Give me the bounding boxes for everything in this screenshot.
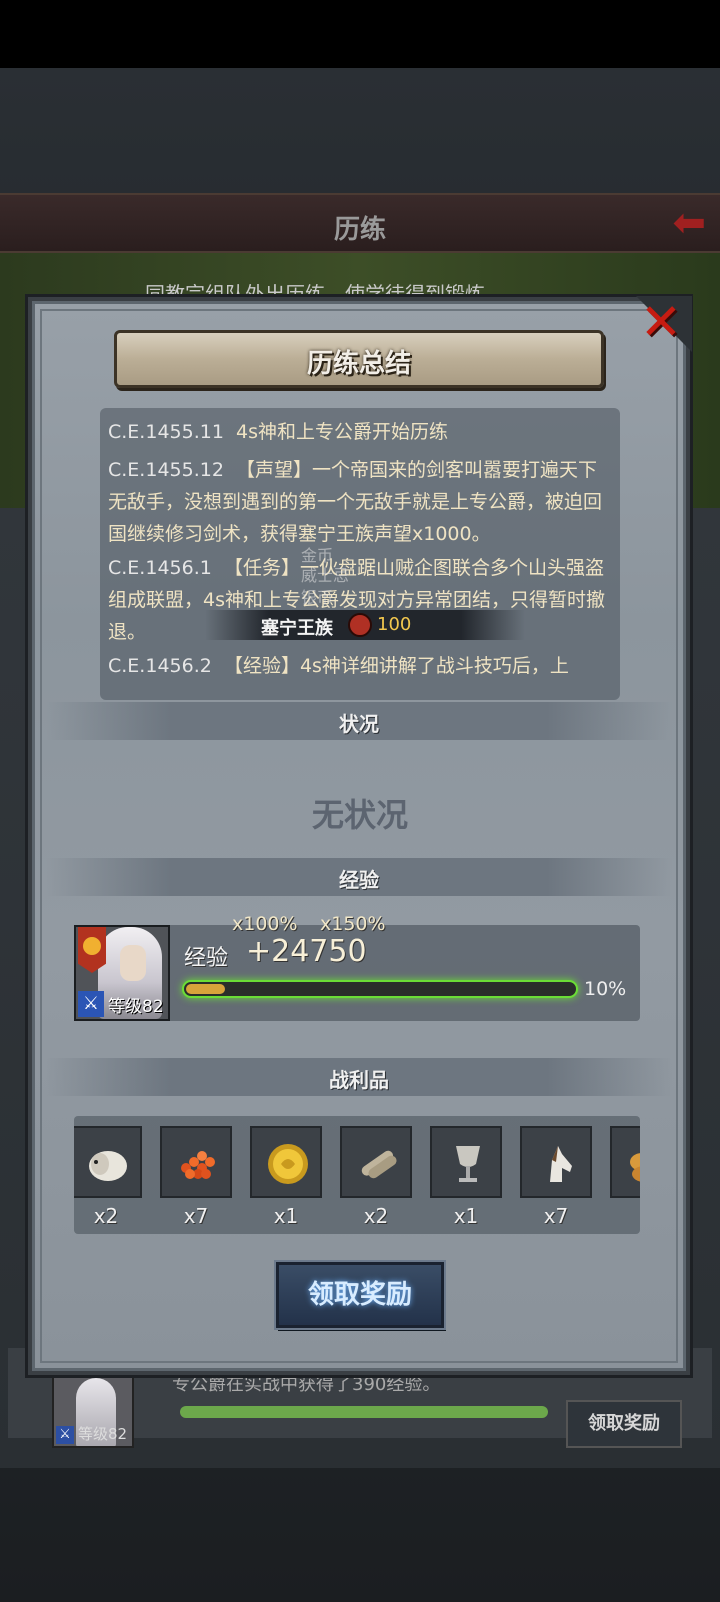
exp-gain: +24750 bbox=[246, 934, 367, 969]
loot-item[interactable]: x7 bbox=[520, 1126, 592, 1230]
background-header-title: 历练 bbox=[333, 215, 386, 245]
sheep-icon bbox=[89, 1151, 127, 1181]
section-exp-label: 经验 bbox=[339, 868, 379, 892]
reward-row: 塞宁王族 100 bbox=[205, 610, 525, 640]
background-exp-bar bbox=[180, 1406, 548, 1418]
loot-item[interactable]: x1 bbox=[430, 1126, 502, 1230]
loot-item[interactable]: x2 bbox=[74, 1126, 142, 1230]
exp-progress-bar bbox=[182, 980, 578, 998]
section-loot: 战利品 bbox=[46, 1058, 672, 1096]
scroll-icon bbox=[361, 1150, 397, 1179]
back-arrow-icon[interactable]: ⬅ bbox=[672, 201, 706, 245]
loot-item[interactable]: x bbox=[610, 1126, 640, 1230]
hero-level: 等级82 bbox=[108, 997, 164, 1017]
log-entry: C.E.1455.11 4s神和上专公爵开始历练 bbox=[108, 421, 449, 443]
background-avatar-level: 等级82 bbox=[78, 1425, 128, 1443]
close-icon[interactable]: ✕ bbox=[640, 294, 682, 350]
bread-icon bbox=[630, 1153, 640, 1182]
exp-multiplier-1: x100% bbox=[232, 913, 298, 935]
reward-faction-name: 塞宁王族 bbox=[261, 618, 333, 639]
sun-icon bbox=[83, 937, 101, 955]
reward-popup: 金币 威士忌 银币 塞宁王族 100 bbox=[205, 530, 525, 640]
background-avatar: ⚔ 等级82 bbox=[52, 1372, 134, 1448]
loot-item[interactable]: x1 bbox=[250, 1126, 322, 1230]
horse-icon bbox=[550, 1146, 572, 1182]
section-exp: 经验 bbox=[46, 858, 672, 896]
loot-list[interactable]: x2 x7 x1 x2 x1 x7 x bbox=[74, 1116, 640, 1234]
dialog-title: 历练总结 bbox=[306, 349, 411, 379]
caviar-icon bbox=[181, 1151, 215, 1179]
loot-item[interactable]: x7 bbox=[160, 1126, 232, 1230]
section-loot-label: 战利品 bbox=[329, 1068, 389, 1092]
section-status: 状况 bbox=[46, 702, 672, 740]
gold-coin-icon bbox=[268, 1144, 308, 1184]
status-text: 无状况 bbox=[311, 796, 408, 834]
hero-portrait[interactable]: ⚔ 等级82 bbox=[74, 925, 170, 1021]
sword-icon: ⚔ bbox=[78, 991, 104, 1017]
claim-reward-button[interactable]: 领取奖励 bbox=[276, 1262, 444, 1328]
reward-value: 100 bbox=[377, 614, 412, 635]
log-entry: C.E.1456.2 【经验】4s神详细讲解了战斗技巧后，上 bbox=[108, 655, 569, 677]
dialog-title-banner: 历练总结 bbox=[114, 330, 604, 388]
goblet-icon bbox=[456, 1146, 480, 1182]
exp-progress-fill bbox=[186, 984, 225, 994]
loot-item[interactable]: x2 bbox=[340, 1126, 412, 1230]
status-bar bbox=[0, 0, 720, 68]
exp-label: 经验 bbox=[184, 946, 229, 971]
background-claim-button[interactable]: 领取奖励 bbox=[566, 1400, 682, 1448]
section-status-label: 状况 bbox=[339, 712, 379, 736]
exp-percent: 10% bbox=[584, 978, 627, 1000]
faction-crest-icon bbox=[348, 613, 372, 637]
sword-icon: ⚔ bbox=[56, 1426, 74, 1444]
background-header: 历练 ⬅ bbox=[0, 193, 720, 253]
exp-multiplier-2: x150% bbox=[320, 913, 386, 935]
